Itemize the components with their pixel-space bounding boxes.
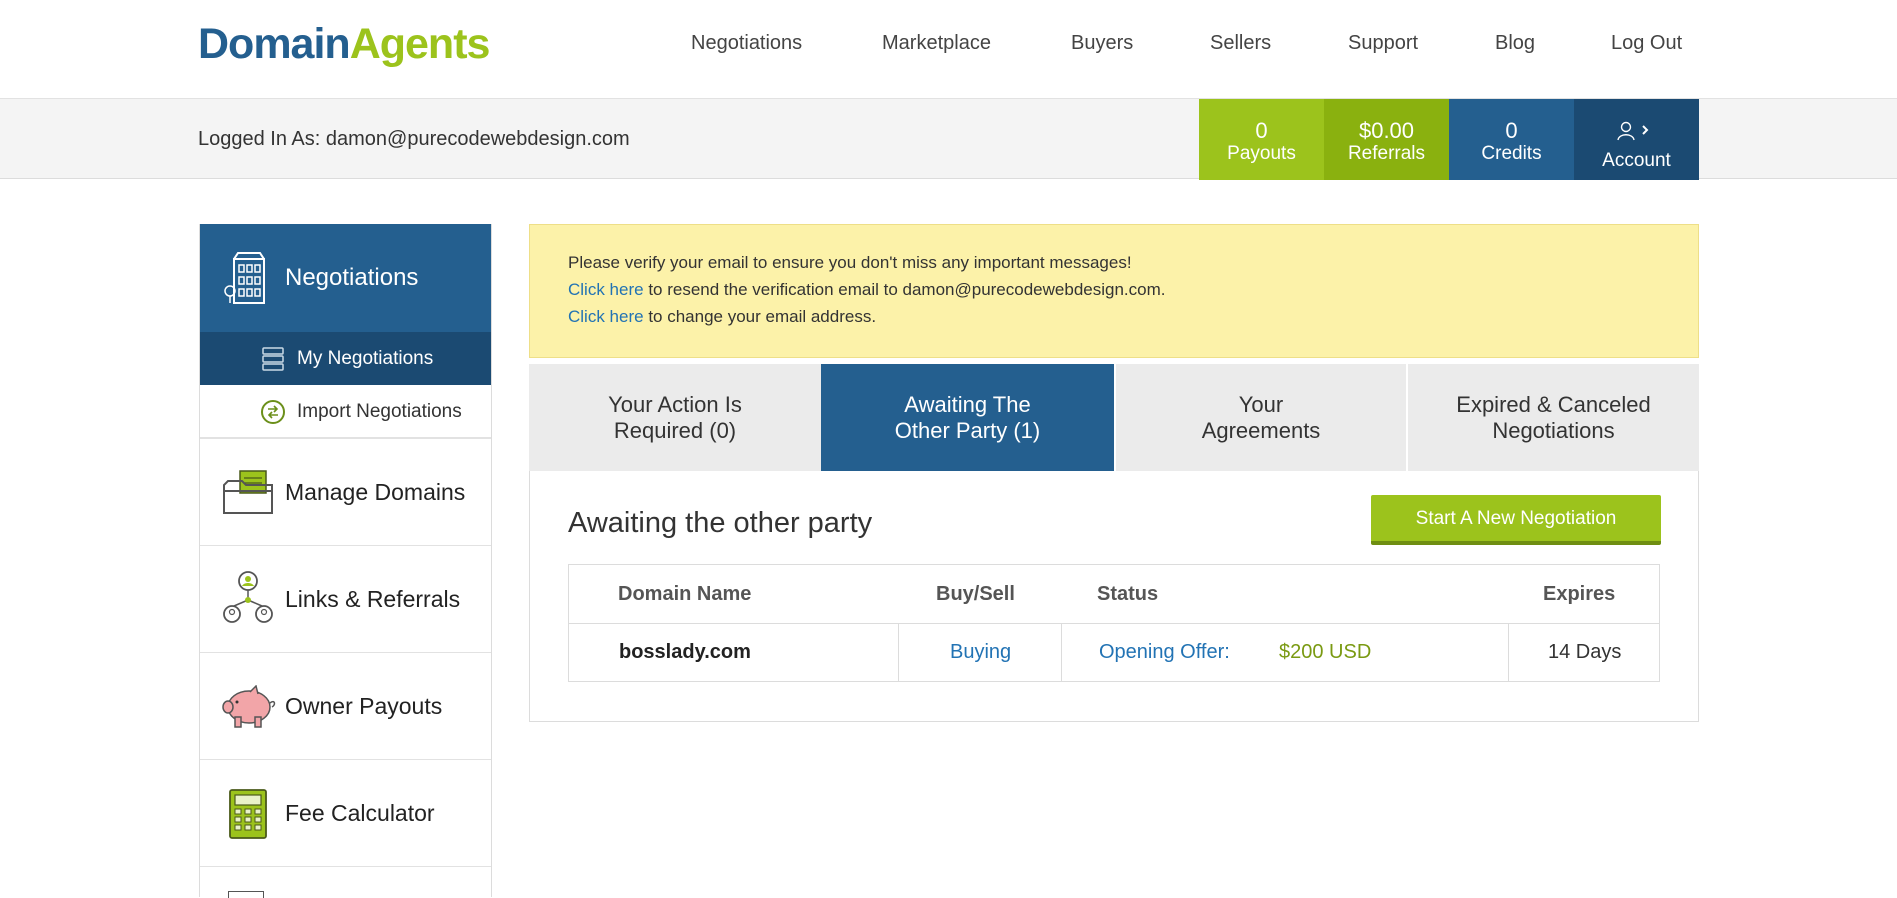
- alert-message: Please verify your email to ensure you d…: [568, 253, 1132, 272]
- tab-label-line2: Agreements: [1201, 417, 1321, 443]
- list-icon: [260, 346, 286, 378]
- import-icon: [260, 399, 286, 431]
- status-value: $200 USD: [1279, 641, 1372, 663]
- account-label: Account: [1602, 150, 1671, 171]
- column-header-status[interactable]: Status: [1097, 565, 1158, 623]
- sidebar: Negotiations My Negotiations Import Nego…: [199, 224, 492, 898]
- payouts-label: Payouts: [1227, 143, 1296, 164]
- calculator-icon: [228, 788, 268, 846]
- tab-your-agreements[interactable]: Your Agreements: [1115, 364, 1406, 471]
- logged-in-label: Logged In As: damon@purecodewebdesign.co…: [198, 128, 630, 150]
- negotiations-table: Domain Name Buy/Sell Status Expires boss…: [568, 564, 1660, 682]
- credits-label: Credits: [1481, 143, 1542, 164]
- tab-expired-canceled[interactable]: Expired & Canceled Negotiations: [1407, 364, 1699, 471]
- credits-value: 0: [1505, 118, 1518, 143]
- cell-divider: [898, 624, 899, 682]
- start-new-negotiation-button[interactable]: Start A New Negotiation: [1371, 495, 1661, 545]
- sidebar-item-label: Import Negotiations: [297, 401, 462, 422]
- tab-label-line2: Required (0): [613, 417, 737, 443]
- logo-text-domain: Domain: [198, 20, 351, 68]
- nav-negotiations[interactable]: Negotiations: [691, 31, 802, 55]
- alert-resend-text: to resend the verification email to damo…: [643, 280, 1166, 299]
- logo[interactable]: DomainAgents: [198, 20, 491, 68]
- verify-email-alert: Please verify your email to ensure you d…: [529, 224, 1699, 358]
- tab-label-line2: Negotiations: [1492, 417, 1615, 443]
- buy-sell-cell: Buying: [950, 641, 1012, 663]
- tab-awaiting-other-party[interactable]: Awaiting The Other Party (1): [821, 364, 1114, 471]
- referrals-value: $0.00: [1358, 118, 1415, 143]
- sidebar-item-links-referrals[interactable]: Links & Referrals: [200, 545, 491, 652]
- cell-divider: [1508, 624, 1509, 682]
- building-icon: [222, 251, 272, 310]
- nav-support[interactable]: Support: [1348, 31, 1418, 55]
- sidebar-item-label: Owner Payouts: [285, 693, 443, 719]
- sidebar-item-my-negotiations[interactable]: My Negotiations: [200, 332, 491, 385]
- folder-icon: [222, 469, 274, 523]
- resend-verification-link[interactable]: Click here: [568, 280, 644, 299]
- expires-cell: 14 Days: [1548, 641, 1622, 663]
- page-title: Awaiting the other party: [568, 507, 873, 539]
- tab-label-line2: Other Party (1): [894, 417, 1041, 443]
- nav-sellers[interactable]: Sellers: [1210, 31, 1271, 55]
- tab-label-line1: Your Action Is: [608, 391, 742, 417]
- alert-resend-line: Click here to resend the verification em…: [568, 280, 1165, 300]
- nav-buyers[interactable]: Buyers: [1071, 31, 1133, 55]
- piggy-bank-icon: [222, 684, 278, 735]
- table-row[interactable]: bosslady.com Buying Opening Offer: $200 …: [569, 623, 1659, 682]
- status-label: Opening Offer:: [1099, 641, 1230, 663]
- alert-change-line: Click here to change your email address.: [568, 307, 876, 327]
- top-header: DomainAgents Negotiations Marketplace Bu…: [0, 0, 1897, 98]
- sidebar-item-import-negotiations[interactable]: Import Negotiations: [200, 385, 491, 438]
- account-menu[interactable]: Account: [1574, 99, 1699, 180]
- sidebar-item-partial[interactable]: [200, 866, 491, 898]
- column-header-buy-sell[interactable]: Buy/Sell: [936, 565, 1015, 623]
- nav-blog[interactable]: Blog: [1495, 31, 1535, 55]
- tab-label-line1: Your: [1238, 391, 1284, 417]
- nav-logout[interactable]: Log Out: [1611, 31, 1682, 55]
- tab-label-line1: Expired & Canceled: [1456, 391, 1651, 417]
- payouts-value: 0: [1255, 118, 1268, 143]
- network-icon: [222, 570, 274, 630]
- referrals-stat[interactable]: $0.00 Referrals: [1324, 99, 1449, 180]
- negotiations-panel: Awaiting the other party Start A New Neg…: [529, 471, 1699, 722]
- account-bar: Logged In As: damon@purecodewebdesign.co…: [0, 98, 1897, 180]
- sidebar-item-label: Fee Calculator: [285, 800, 435, 826]
- cell-divider: [1061, 624, 1062, 682]
- alert-change-text: to change your email address.: [643, 307, 877, 326]
- sidebar-item-label: Manage Domains: [285, 479, 466, 505]
- sidebar-item-owner-payouts[interactable]: Owner Payouts: [200, 652, 491, 759]
- sidebar-item-label: Links & Referrals: [285, 586, 461, 612]
- sidebar-item-label: Negotiations: [285, 264, 419, 291]
- column-header-domain[interactable]: Domain Name: [618, 565, 751, 623]
- sidebar-item-label: My Negotiations: [297, 348, 434, 369]
- credits-stat[interactable]: 0 Credits: [1449, 99, 1574, 180]
- tab-label-line1: Awaiting The: [904, 391, 1031, 417]
- referrals-label: Referrals: [1347, 143, 1426, 164]
- column-header-expires[interactable]: Expires: [1543, 565, 1615, 623]
- change-email-link[interactable]: Click here: [568, 307, 644, 326]
- nav-marketplace[interactable]: Marketplace: [882, 31, 991, 55]
- logo-text-agents: Agents: [349, 20, 491, 68]
- payouts-stat[interactable]: 0 Payouts: [1199, 99, 1324, 180]
- sidebar-item-manage-domains[interactable]: Manage Domains: [200, 438, 491, 545]
- sidebar-item-negotiations[interactable]: Negotiations: [200, 224, 491, 332]
- sidebar-item-fee-calculator[interactable]: Fee Calculator: [200, 759, 491, 866]
- tab-action-required[interactable]: Your Action Is Required (0): [529, 364, 821, 471]
- domain-name-cell[interactable]: bosslady.com: [619, 624, 751, 682]
- user-icon: [1617, 121, 1651, 146]
